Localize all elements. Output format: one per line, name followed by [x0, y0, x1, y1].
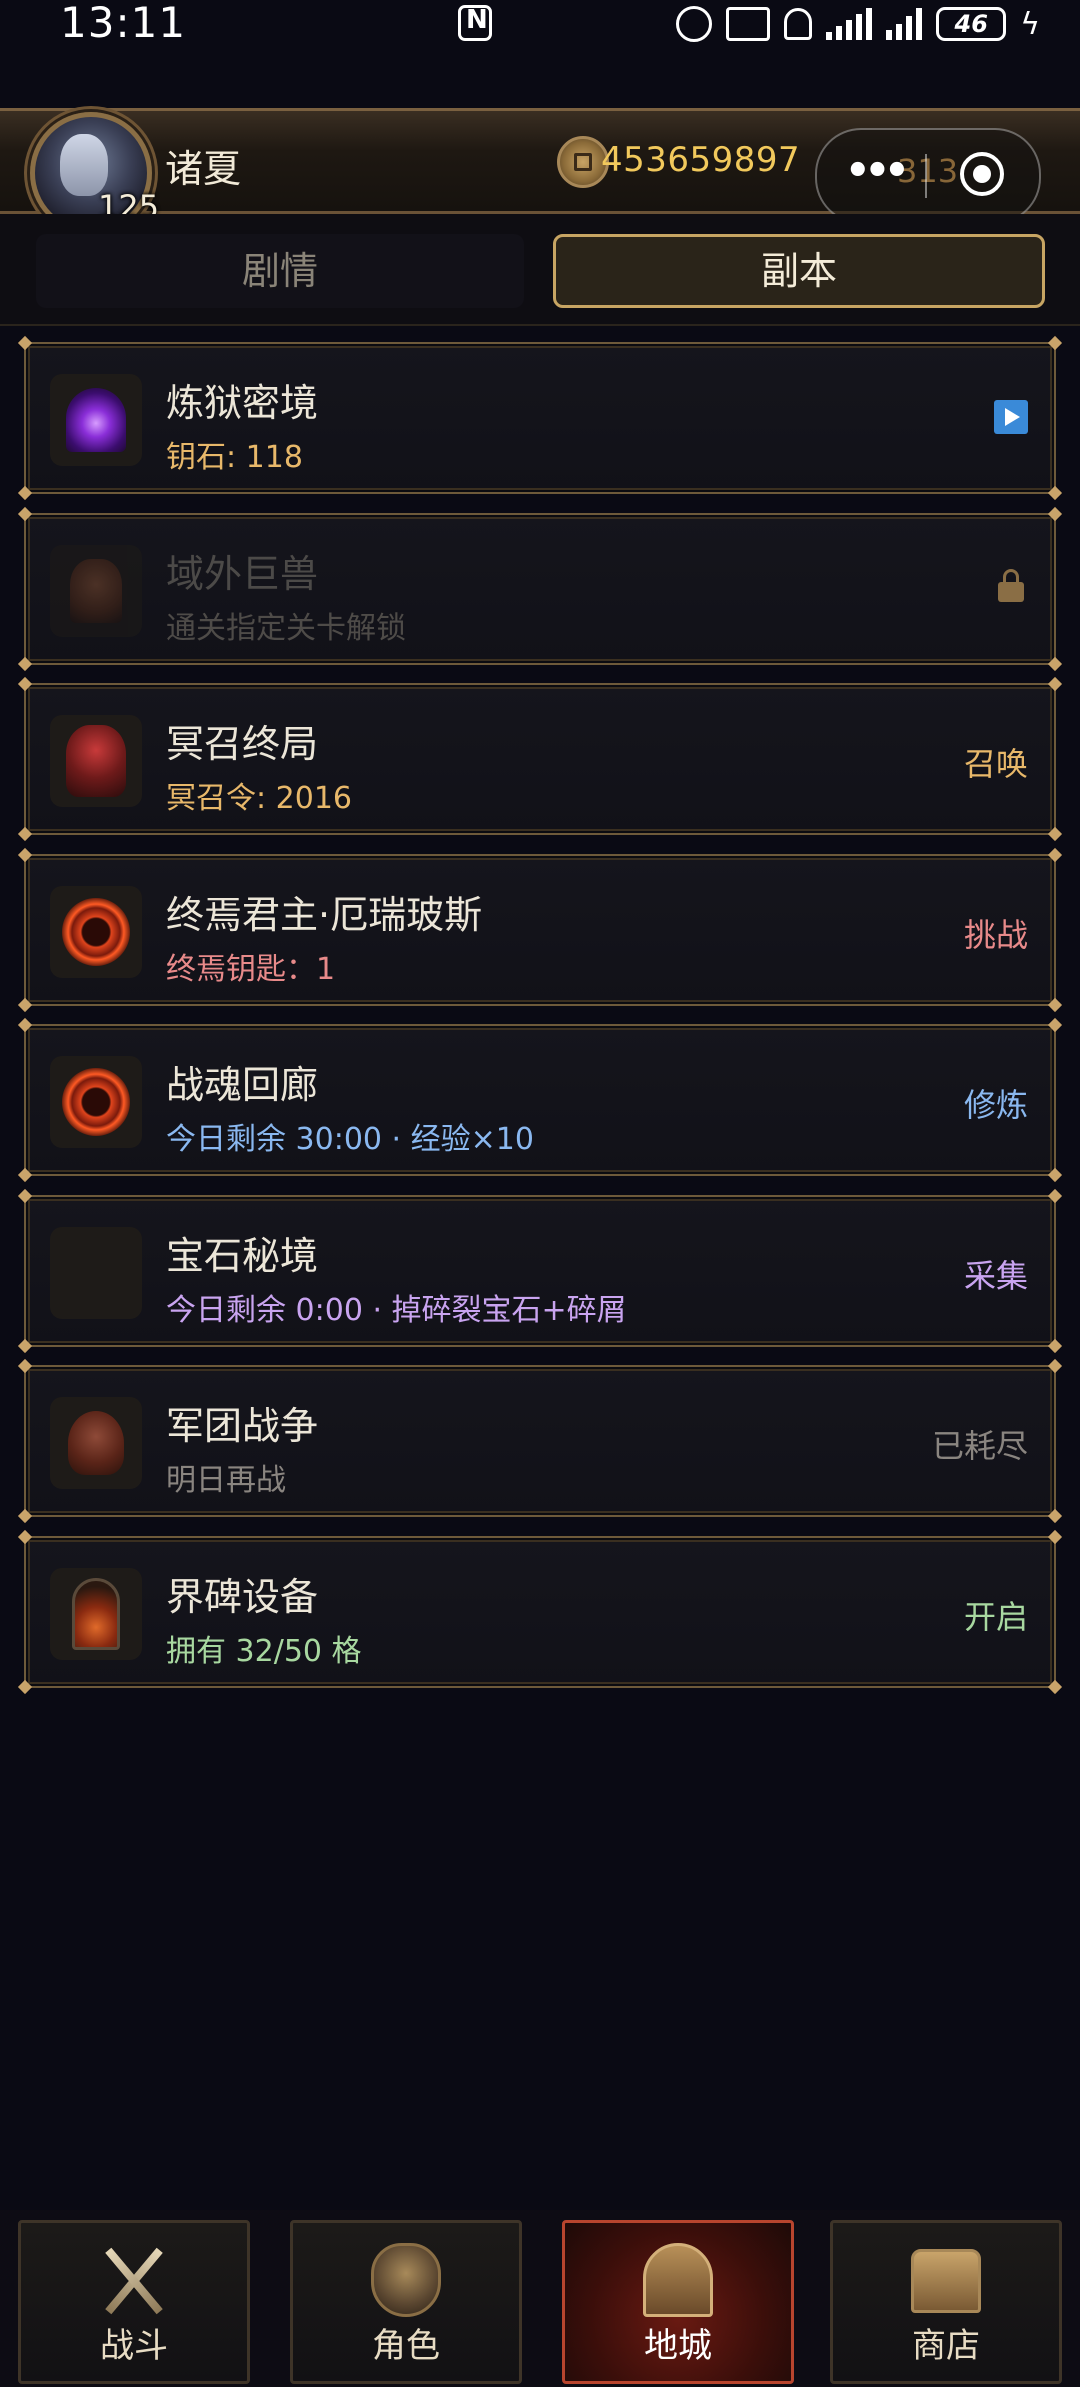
dungeon-subtitle: 终焉钥匙：1: [166, 951, 336, 987]
status-icons: 46 ϟ: [676, 4, 1040, 44]
dungeon-title: 域外巨兽: [166, 551, 319, 596]
empty-icon: [50, 1226, 142, 1319]
nav-shop[interactable]: 商店: [830, 2220, 1062, 2384]
train-button[interactable]: 修炼: [964, 1080, 1028, 1126]
dungeon-subtitle: 钥石: 118: [166, 440, 303, 475]
demon-icon: [50, 715, 142, 807]
mute-bell-icon: [784, 8, 813, 40]
dungeon-card-outer-beast: 域外巨兽 通关指定关卡解锁: [17, 506, 1063, 671]
more-menu-button[interactable]: •••: [845, 148, 910, 194]
dungeon-card-erebus[interactable]: 终焉君主·厄瑞玻斯 终焉钥匙：1 挑战: [17, 847, 1063, 1012]
nav-character[interactable]: 角色: [290, 2220, 522, 2384]
dungeon-action[interactable]: [994, 398, 1028, 442]
dungeon-subtitle: 拥有 32/50 格: [166, 1633, 362, 1669]
open-button[interactable]: 开启: [964, 1592, 1028, 1638]
treasure-chest-icon: [911, 2249, 981, 2313]
play-icon[interactable]: [994, 400, 1028, 434]
nav-battle[interactable]: 战斗: [18, 2220, 250, 2384]
tab-bar: 剧情 副本: [0, 214, 1080, 326]
dungeon-card-inferno-realm[interactable]: 炼狱密境 钥石: 118: [17, 335, 1063, 501]
dungeon-title: 炼狱密境: [166, 381, 319, 425]
helmet-icon: [371, 2243, 441, 2317]
dungeon-card-summon-finale[interactable]: 冥召终局 冥召令: 2016 召唤: [17, 676, 1063, 842]
exhausted-status: 已耗尽: [931, 1427, 1028, 1465]
dungeon-subtitle: 今日剩余 0:00 · 掉碎裂宝石+碎屑: [166, 1292, 627, 1328]
dungeon-title: 终焉君主·厄瑞玻斯: [166, 892, 483, 937]
signal-icon-1: [826, 8, 873, 40]
dungeon-card-war-soul-corridor[interactable]: 战魂回廊 今日剩余 30:00 · 经验×10 修炼: [17, 1017, 1063, 1183]
bluetooth-battery-icon: [726, 7, 771, 41]
gate-icon: [50, 1567, 142, 1660]
tab-dungeon[interactable]: 副本: [553, 234, 1045, 308]
dungeon-title: 冥召终局: [166, 722, 319, 766]
dungeon-title: 界碑设备: [166, 1574, 319, 1619]
dungeon-card-boundary-device[interactable]: 界碑设备 拥有 32/50 格 开启: [17, 1529, 1063, 1694]
dungeon-gate-icon: [643, 2243, 713, 2317]
nav-label: 角色: [372, 2326, 440, 2366]
energy-amount: 313: [897, 152, 959, 190]
alarm-icon: [676, 6, 713, 42]
close-mini-program-button[interactable]: [960, 152, 1004, 196]
nav-dungeon[interactable]: 地城: [562, 2220, 794, 2384]
summon-button[interactable]: 召唤: [964, 739, 1028, 785]
dungeon-card-gem-realm[interactable]: 宝石秘境 今日剩余 0:00 · 掉碎裂宝石+碎屑 采集: [17, 1188, 1063, 1353]
signal-icon-2: [886, 8, 923, 40]
beast-icon: [50, 544, 142, 637]
tab-story[interactable]: 剧情: [36, 234, 524, 308]
dungeon-title: 战魂回廊: [166, 1063, 319, 1107]
dungeon-subtitle: 明日再战: [166, 1463, 286, 1498]
nav-label: 地城: [644, 2326, 712, 2366]
capsule-divider: [925, 154, 927, 198]
skull-icon: [50, 1397, 142, 1489]
fire-ring-icon: [50, 1056, 142, 1148]
nfc-icon: [458, 5, 492, 41]
dungeon-subtitle: 通关指定关卡解锁: [166, 610, 406, 646]
avatar-portrait: [60, 134, 108, 196]
dungeon-title: 宝石秘境: [166, 1233, 319, 1278]
purple-portal-icon: [50, 374, 142, 466]
dungeon-action: [998, 568, 1028, 611]
mini-program-capsule: 313 •••: [815, 128, 1041, 224]
status-bar: 13:11 46 ϟ: [0, 0, 1080, 52]
nav-label: 商店: [912, 2326, 980, 2366]
nav-label: 战斗: [100, 2326, 168, 2366]
crossed-swords-icon: [99, 2243, 169, 2317]
dungeon-subtitle: 今日剩余 30:00 · 经验×10: [166, 1122, 534, 1157]
gather-button[interactable]: 采集: [964, 1251, 1028, 1297]
dungeon-card-legion-war[interactable]: 军团战争 明日再战 已耗尽: [17, 1358, 1063, 1524]
lock-icon: [998, 568, 1024, 603]
bottom-nav: 战斗 角色 地城 商店: [0, 2210, 1080, 2387]
battery-icon: 46: [936, 7, 1007, 41]
charging-icon: ϟ: [1020, 6, 1040, 42]
player-name: 诸夏: [165, 147, 242, 191]
gold-amount: 453659897: [601, 140, 801, 180]
challenge-button[interactable]: 挑战: [964, 910, 1028, 956]
gold-display: 453659897: [545, 130, 835, 200]
status-time: 13:11: [60, 0, 187, 47]
dungeon-list: 炼狱密境 钥石: 118 域外巨兽 通关指定关卡解锁 冥召终局 冥召令: 201…: [17, 335, 1063, 1706]
dungeon-title: 军团战争: [166, 1404, 319, 1448]
fire-ring-icon: [50, 885, 142, 978]
dungeon-subtitle: 冥召令: 2016: [166, 781, 352, 816]
